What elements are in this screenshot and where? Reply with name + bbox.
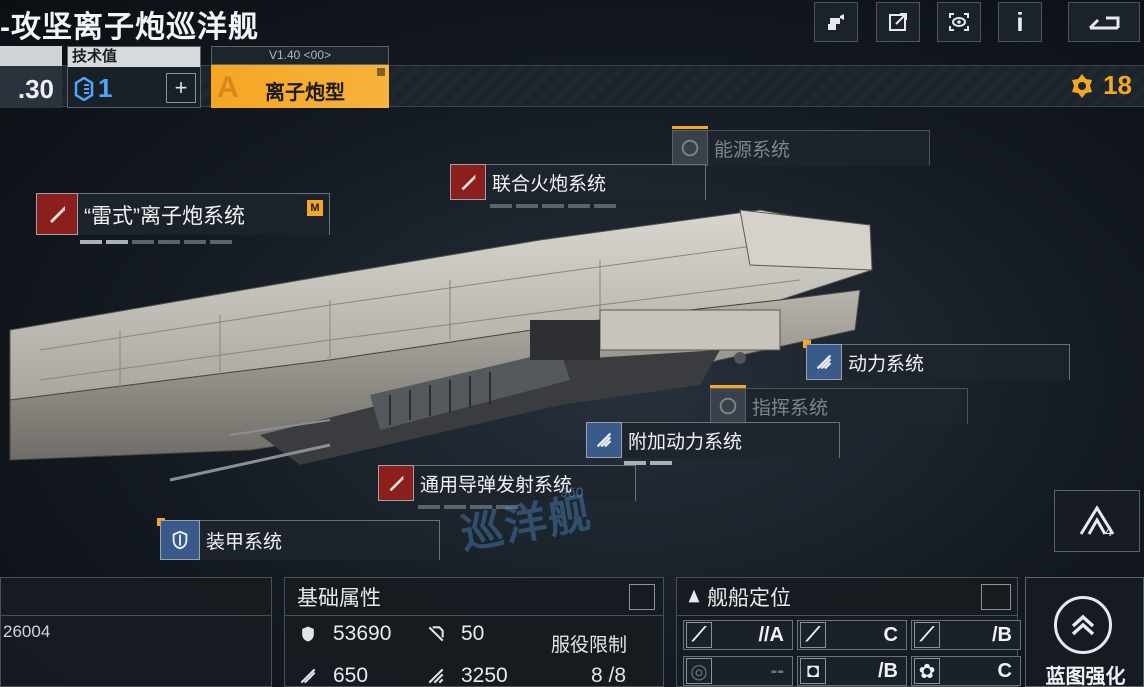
ship-code: 26004 <box>3 622 51 641</box>
ship-role-header: 舰船定位 <box>677 578 1017 616</box>
variant-letter: A <box>217 71 239 104</box>
tech-add-button[interactable]: + <box>166 73 196 103</box>
energy-marker <box>672 126 708 129</box>
stat-speed: 650 <box>297 664 368 687</box>
module-badge: M <box>307 200 323 216</box>
role-target[interactable]: ◎ -- <box>683 656 793 686</box>
ship-role-panel: 舰船定位 ⟋//A ⟋ C ⟋/B ◎ -- ◘/B ✿ C <box>676 577 1021 687</box>
points-counter: 18 <box>1069 70 1132 101</box>
gear-icon: ✿ <box>914 658 940 684</box>
module-label: 附加动力系统 <box>622 422 840 458</box>
tech-level: 1 <box>74 73 112 104</box>
left-stat-value: .30 <box>17 74 54 104</box>
target-icon: ◎ <box>686 658 712 684</box>
destroyer-icon: ⟋ <box>914 622 940 648</box>
stat-hp: 53690 <box>297 622 391 646</box>
info-icon: i <box>1016 6 1024 37</box>
back-icon <box>1088 16 1120 30</box>
module-armor-system[interactable]: 装甲系统 <box>160 520 440 560</box>
view-button[interactable] <box>937 2 981 42</box>
module-label: “雷式”离子炮系统 <box>78 193 330 235</box>
stat-warp: 3250 <box>425 664 508 687</box>
points-value: 18 <box>1103 70 1132 100</box>
left-info-panel: 26004 <box>0 577 272 687</box>
back-button[interactable] <box>1068 2 1140 42</box>
paint-button[interactable] <box>814 2 858 42</box>
paint-icon <box>828 14 844 30</box>
role-shield[interactable]: ◘/B <box>797 656 907 686</box>
tech-level-value: 1 <box>98 73 113 103</box>
warp-icon <box>425 665 447 687</box>
chevron-up-icon <box>1054 596 1112 654</box>
missile-icon <box>450 164 486 200</box>
base-attributes-title: 基础属性 <box>285 578 663 616</box>
speed-icon <box>297 665 319 687</box>
frigate-icon: ⟋ <box>800 622 826 648</box>
points-badge-icon <box>1072 73 1093 98</box>
service-limit-label: 服役限制 <box>551 635 628 656</box>
module-command-system[interactable]: 指挥系统 <box>710 388 968 424</box>
speed-value: 650 <box>333 664 369 687</box>
variant-corner-mark <box>377 68 385 76</box>
share-button[interactable] <box>876 2 920 42</box>
service-limit-value: 8 /8 <box>591 664 627 687</box>
module-label: 装甲系统 <box>200 520 440 560</box>
armor-icon <box>425 623 447 645</box>
svg-text:4: 4 <box>1105 525 1113 538</box>
ion-cannon-slots <box>80 240 232 244</box>
module-power-system[interactable]: 动力系统 <box>806 344 1070 380</box>
tier-upgrade-button[interactable]: 4 <box>1054 490 1140 552</box>
shield-icon: ◘ <box>800 658 826 684</box>
module-label: 动力系统 <box>842 344 1070 380</box>
shield-icon <box>160 520 200 560</box>
module-energy-system[interactable]: 能源系统 <box>672 130 930 166</box>
role-grid: ⟋//A ⟋ C ⟋/B ◎ -- ◘/B ✿ C <box>677 616 1021 687</box>
copy-icon[interactable] <box>629 584 655 610</box>
left-stat-box: .30 <box>0 46 62 108</box>
card-icon[interactable] <box>981 584 1011 610</box>
warp-value: 3250 <box>461 664 508 687</box>
role-fighter[interactable]: ⟋//A <box>683 620 793 650</box>
thruster-icon <box>586 422 622 458</box>
missile-icon <box>378 465 414 501</box>
module-aux-power[interactable]: 附加动力系统 <box>586 422 840 458</box>
fighter-icon: ⟋ <box>686 622 712 648</box>
hp-value: 53690 <box>333 622 392 645</box>
tier-up-icon: 4 <box>1079 505 1115 538</box>
role-gear[interactable]: ✿ C <box>911 656 1021 686</box>
view-icon <box>949 13 969 31</box>
blueprint-label: 蓝图强化 <box>1045 666 1126 687</box>
module-label: 联合火炮系统 <box>486 164 706 200</box>
panel-title: 基础属性 <box>297 586 381 610</box>
module-label: 能源系统 <box>708 130 930 166</box>
energy-icon <box>672 130 708 166</box>
hp-shield-icon <box>297 623 319 645</box>
thruster-icon <box>806 344 842 380</box>
artillery-slots <box>490 204 616 208</box>
tech-hex-icon <box>74 76 94 101</box>
missile-icon <box>36 193 78 235</box>
variant-name: 离子炮型 <box>265 82 345 104</box>
base-attributes-panel: 基础属性 53690 50 650 3250 服役限制 8 /8 <box>284 577 664 687</box>
stat-armor: 50 <box>425 622 484 646</box>
info-button[interactable]: i <box>998 2 1042 42</box>
variant-selector[interactable]: V1.40 <00> A 离子炮型 <box>211 46 389 108</box>
role-destroyer[interactable]: ⟋/B <box>911 620 1021 650</box>
armor-value: 50 <box>461 622 485 645</box>
panel-title: 舰船定位 <box>707 586 791 610</box>
share-icon <box>889 13 907 31</box>
module-label: 指挥系统 <box>746 388 968 424</box>
module-ion-cannon[interactable]: “雷式”离子炮系统 <box>36 193 330 235</box>
role-frigate[interactable]: ⟋ C <box>797 620 907 650</box>
tech-value-box: 技术值 1 + <box>67 46 201 108</box>
command-icon <box>710 388 746 424</box>
module-combined-artillery[interactable]: 联合火炮系统 <box>450 164 706 200</box>
blueprint-enhance-button[interactable]: 蓝图强化 <box>1025 577 1144 687</box>
ship-title: -攻坚离子炮巡洋舰 <box>0 11 259 44</box>
ship-role-icon <box>688 589 700 602</box>
version-label: V1.40 <00> <box>211 46 389 65</box>
tech-label: 技术值 <box>68 47 200 67</box>
